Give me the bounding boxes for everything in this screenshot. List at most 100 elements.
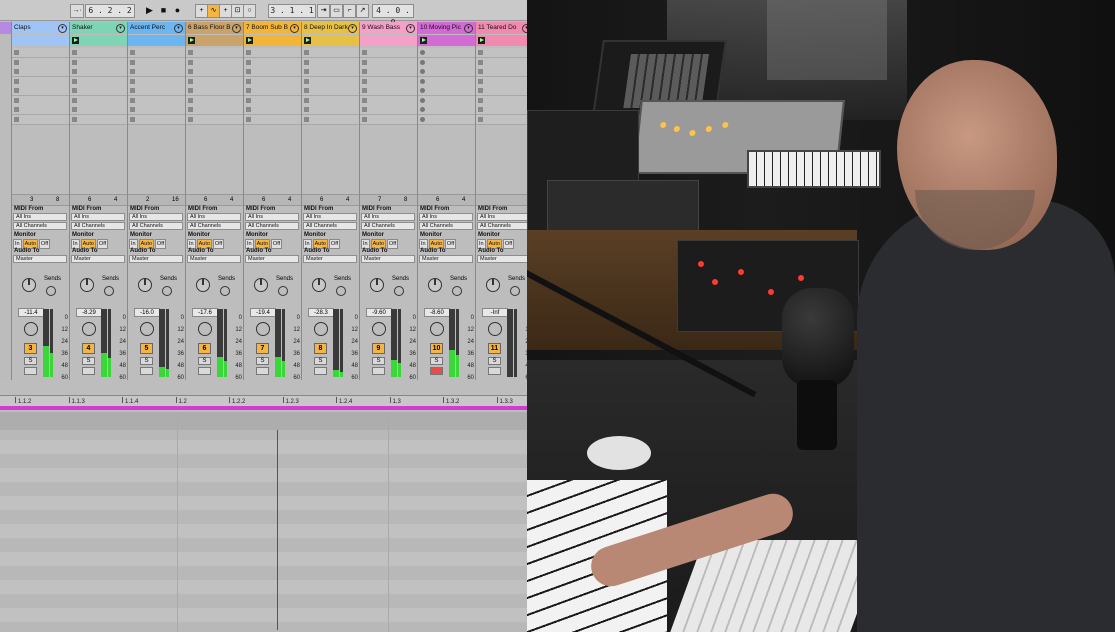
loop-length-display[interactable]: 4 . 0 . 0: [372, 4, 414, 27]
stop-clip-icon[interactable]: [14, 78, 19, 84]
clip-slot[interactable]: [302, 95, 359, 106]
clip-slot[interactable]: [70, 57, 127, 68]
monitor-off-button[interactable]: Off: [444, 239, 457, 249]
stop-clip-icon[interactable]: [72, 116, 77, 122]
clip-slot-playing[interactable]: [302, 35, 359, 46]
song-position-display[interactable]: 3 . 1 . 1: [268, 4, 316, 18]
fold-icon[interactable]: ▾: [232, 24, 241, 33]
clip-slot[interactable]: [128, 86, 185, 96]
clip-slot[interactable]: [302, 57, 359, 68]
clip-slot[interactable]: [418, 57, 475, 68]
clip-slot[interactable]: [12, 105, 69, 115]
input-channel-select[interactable]: All Channels: [71, 222, 125, 230]
stop-clip-icon[interactable]: [72, 78, 77, 84]
input-type-select[interactable]: All Ins: [419, 213, 473, 221]
clip-slot[interactable]: [244, 48, 301, 58]
record-slot-icon[interactable]: [420, 78, 425, 84]
input-channel-select[interactable]: All Channels: [419, 222, 473, 230]
arm-button[interactable]: [372, 367, 385, 375]
output-select[interactable]: Master: [245, 255, 299, 263]
clip-slot[interactable]: [12, 114, 69, 125]
clip-slot[interactable]: [186, 48, 243, 58]
clip-slot[interactable]: [186, 57, 243, 68]
stop-clip-icon[interactable]: [304, 116, 309, 122]
stop-clip-icon[interactable]: [362, 78, 367, 84]
arm-button[interactable]: [140, 367, 153, 375]
clip-slot[interactable]: [360, 105, 417, 115]
output-select[interactable]: Master: [187, 255, 241, 263]
volume-readout[interactable]: -11.4: [18, 308, 44, 317]
clip-slot[interactable]: [476, 48, 527, 58]
stop-clip-icon[interactable]: [246, 59, 251, 65]
clip-slot[interactable]: [360, 57, 417, 68]
clip-slot[interactable]: [12, 48, 69, 58]
clip-slot[interactable]: [128, 57, 185, 68]
stop-clip-icon[interactable]: [246, 50, 251, 55]
track-activator-button[interactable]: 4: [82, 343, 95, 354]
stop-clip-icon[interactable]: [130, 107, 135, 112]
stop-clip-icon[interactable]: [478, 78, 483, 84]
output-select[interactable]: Master: [361, 255, 415, 263]
record-slot-icon[interactable]: [420, 116, 425, 122]
pan-knob[interactable]: [24, 322, 38, 336]
stop-clip-icon[interactable]: [188, 116, 193, 122]
volume-fader[interactable]: [166, 309, 169, 377]
stop-clip-icon[interactable]: [14, 69, 19, 74]
record-slot-icon[interactable]: [420, 97, 425, 103]
volume-readout[interactable]: -8.60: [424, 308, 450, 317]
clip-slot[interactable]: [476, 114, 527, 125]
volume-fader[interactable]: [340, 309, 343, 377]
clip-slot[interactable]: [418, 95, 475, 106]
stop-clip-icon[interactable]: [188, 78, 193, 84]
input-type-select[interactable]: All Ins: [13, 213, 67, 221]
output-select[interactable]: Master: [419, 255, 473, 263]
solo-button[interactable]: S: [256, 357, 269, 365]
solo-button[interactable]: S: [430, 357, 443, 365]
clip-slot[interactable]: [302, 48, 359, 58]
send-a-knob[interactable]: [138, 278, 152, 292]
stop-clip-icon[interactable]: [14, 107, 19, 112]
metronome-icon[interactable]: ○: [243, 4, 256, 18]
clip-slot-playing[interactable]: [476, 35, 527, 46]
solo-button[interactable]: S: [198, 357, 211, 365]
clip-slot[interactable]: [12, 57, 69, 68]
clip-slot[interactable]: [12, 95, 69, 106]
stop-clip-icon[interactable]: [246, 107, 251, 112]
clip-slot[interactable]: [128, 48, 185, 58]
arm-button[interactable]: [314, 367, 327, 375]
input-channel-select[interactable]: All Channels: [245, 222, 299, 230]
volume-readout[interactable]: -16.0: [134, 308, 160, 317]
clip-slot[interactable]: [128, 95, 185, 106]
track-title[interactable]: Claps ▾: [12, 22, 69, 34]
solo-button[interactable]: S: [24, 357, 37, 365]
stop-clip-icon[interactable]: [188, 97, 193, 103]
clip-slot[interactable]: [70, 105, 127, 115]
stop-clip-icon[interactable]: [478, 116, 483, 122]
stop-clip-icon[interactable]: [304, 107, 309, 112]
arm-button[interactable]: [256, 367, 269, 375]
volume-readout[interactable]: -8.29: [76, 308, 102, 317]
stop-clip-icon[interactable]: [72, 50, 77, 55]
stop-clip-icon[interactable]: [72, 59, 77, 65]
arm-button[interactable]: [430, 367, 443, 375]
clip-slot[interactable]: [186, 67, 243, 77]
clip-slot-playing[interactable]: [70, 35, 127, 46]
input-channel-select[interactable]: All Channels: [13, 222, 67, 230]
fold-icon[interactable]: ▾: [58, 24, 67, 33]
clip-slot[interactable]: [360, 114, 417, 125]
monitor-off-button[interactable]: Off: [386, 239, 399, 249]
follow-icon[interactable]: ⇥: [317, 4, 330, 18]
input-channel-select[interactable]: All Channels: [477, 222, 527, 230]
stop-clip-icon[interactable]: [304, 50, 309, 55]
monitor-off-button[interactable]: Off: [328, 239, 341, 249]
track-title[interactable]: 6 Bass Floor B ▾: [186, 22, 243, 34]
stop-clip-icon[interactable]: [304, 88, 309, 93]
stop-clip-icon[interactable]: [130, 88, 135, 93]
volume-fader[interactable]: [456, 309, 459, 377]
stop-clip-icon[interactable]: [362, 116, 367, 122]
stop-clip-icon[interactable]: [130, 78, 135, 84]
arm-button[interactable]: [488, 367, 501, 375]
clip-slot[interactable]: [12, 86, 69, 96]
clip-slot[interactable]: [70, 95, 127, 106]
input-type-select[interactable]: All Ins: [129, 213, 183, 221]
